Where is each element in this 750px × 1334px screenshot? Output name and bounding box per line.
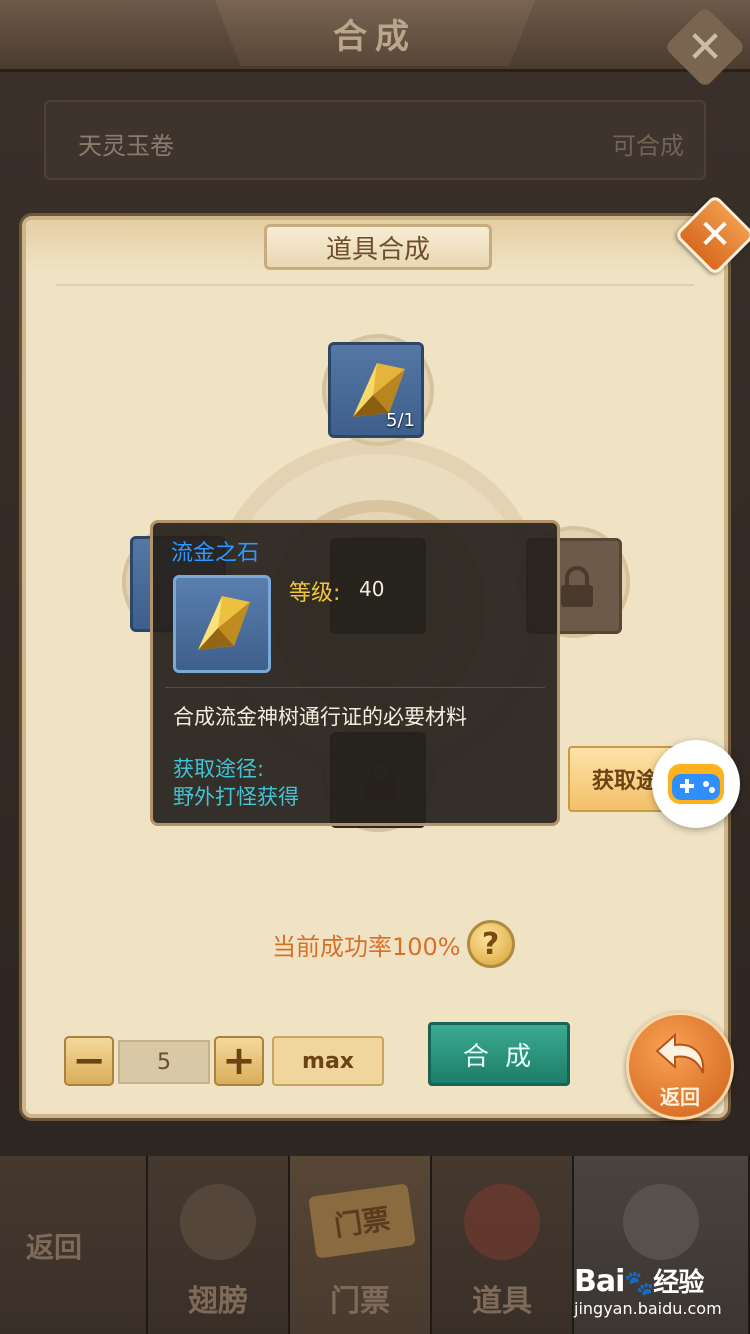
- target-item-slot[interactable]: 5/1: [328, 342, 424, 438]
- watermark-logo: Bai🐾经验: [574, 1262, 724, 1299]
- back-button-label: 返回: [660, 1085, 700, 1109]
- background-close-button[interactable]: ✕: [663, 5, 747, 89]
- close-icon: ✕: [686, 21, 724, 73]
- tooltip-divider: [165, 687, 545, 688]
- decrease-button[interactable]: −: [64, 1036, 114, 1086]
- watermark-logo-suffix: 经验: [653, 1268, 704, 1298]
- gamepad-icon: [668, 764, 724, 804]
- header-bar: 合成 ✕: [0, 0, 750, 89]
- tooltip-description: 合成流金神树通行证的必要材料: [173, 705, 467, 729]
- tab-wings-label: 翅膀: [188, 1284, 248, 1319]
- tooltip-source-value: 野外打怪获得: [173, 785, 299, 809]
- quantity-value[interactable]: 5: [118, 1040, 210, 1084]
- max-button[interactable]: max: [272, 1036, 384, 1086]
- watermark-logo-text: Bai: [574, 1264, 625, 1299]
- lock-icon: [561, 566, 593, 607]
- item-count: 5/1: [386, 410, 415, 431]
- lucky-bag-icon: [464, 1184, 540, 1260]
- tab-items[interactable]: 道具: [432, 1156, 574, 1334]
- dialog-title-plate: 道具合成: [264, 224, 492, 270]
- combine-button[interactable]: 合 成: [428, 1022, 570, 1086]
- recipe-list-item[interactable]: 天灵玉卷 可合成: [44, 100, 706, 180]
- back-button[interactable]: 返回: [626, 1012, 734, 1120]
- ticket-emblem-icon: 门票: [308, 1183, 416, 1259]
- tab-wings[interactable]: 翅膀: [148, 1156, 290, 1334]
- page-title: 合成: [333, 16, 417, 57]
- baidu-watermark: Bai🐾经验 jingyan.baidu.com: [574, 1262, 724, 1318]
- pet-emblem-icon: [623, 1184, 699, 1260]
- tooltip-source-label: 获取途径:: [173, 757, 265, 781]
- dialog-title: 道具合成: [325, 234, 430, 265]
- tooltip-item-name: 流金之石: [171, 541, 260, 566]
- divider: [56, 284, 694, 286]
- title-plate: 合成: [215, 0, 535, 66]
- tab-ticket[interactable]: 门票 门票: [290, 1156, 432, 1334]
- wings-emblem-icon: [180, 1184, 256, 1260]
- gold-crystal-icon: [198, 596, 250, 650]
- item-tooltip: 流金之石 等级: 40 合成流金神树通行证的必要材料 获取途径: 野外打怪获得: [150, 520, 560, 826]
- watermark-url: jingyan.baidu.com: [574, 1299, 722, 1318]
- tooltip-level-value: 40: [359, 577, 385, 601]
- paw-icon: 🐾: [624, 1269, 654, 1297]
- tooltip-level-label: 等级:: [289, 581, 341, 606]
- tab-ticket-label: 门票: [330, 1284, 390, 1319]
- success-rate-text: 当前成功率100%: [272, 932, 461, 961]
- tooltip-item-icon: [173, 575, 271, 673]
- recipe-name: 天灵玉卷: [78, 132, 174, 160]
- tab-back-label: 返回: [26, 1231, 83, 1264]
- tab-items-label: 道具: [472, 1284, 532, 1319]
- floating-game-widget[interactable]: [652, 740, 740, 828]
- return-arrow-icon: [655, 1032, 705, 1074]
- success-rate-row: 当前成功率100% ?: [272, 920, 515, 968]
- help-icon[interactable]: ?: [466, 920, 515, 968]
- increase-button[interactable]: +: [214, 1036, 264, 1086]
- close-icon: ✕: [698, 212, 732, 258]
- tab-back[interactable]: 返回: [0, 1156, 148, 1334]
- recipe-status: 可合成: [612, 132, 684, 160]
